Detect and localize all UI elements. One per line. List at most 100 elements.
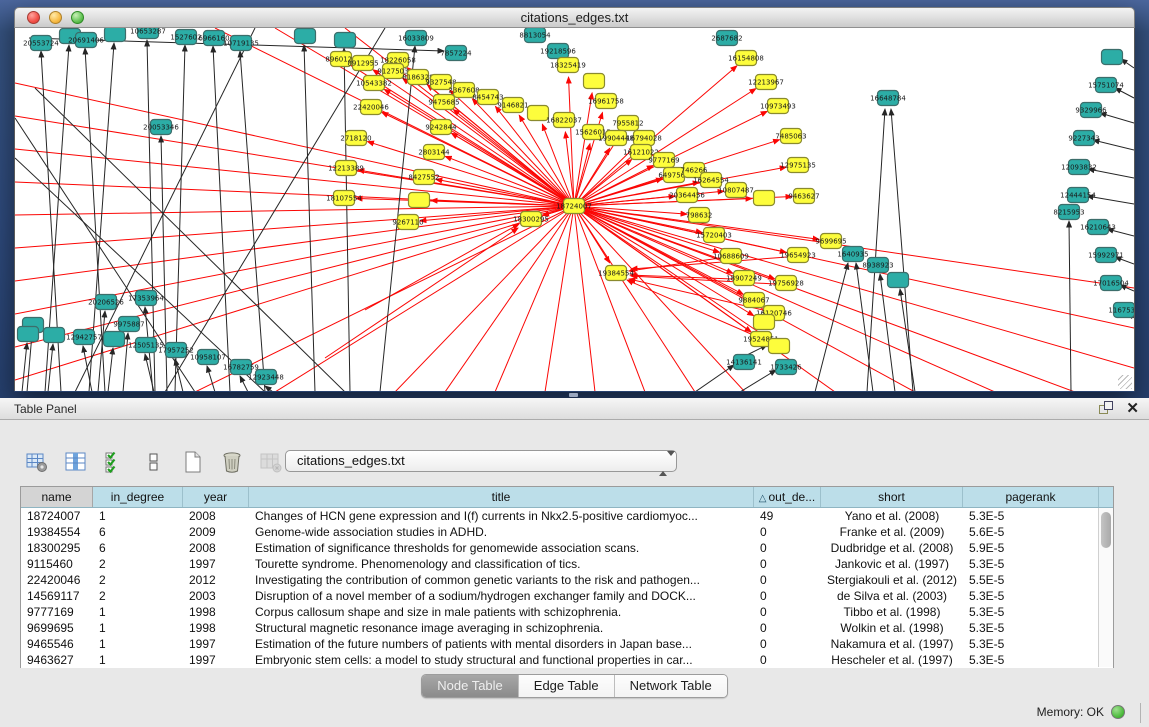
network-node[interactable]: 798632 (686, 208, 713, 223)
column-header-name[interactable]: name (21, 487, 93, 507)
network-node[interactable]: 2718120 (340, 131, 371, 146)
table-scrollbar-thumb[interactable] (1101, 512, 1111, 548)
network-node[interactable] (769, 339, 790, 354)
network-node[interactable]: 8215953 (1053, 205, 1084, 220)
column-header-in-degree[interactable]: in_degree (93, 487, 183, 507)
network-node[interactable]: 1167533 (1108, 303, 1134, 318)
network-node[interactable]: 12093832 (1061, 160, 1097, 175)
close-panel-icon[interactable]: ✕ (1126, 401, 1139, 416)
network-node[interactable] (44, 328, 65, 343)
network-node[interactable]: 9699695 (815, 234, 846, 249)
network-node[interactable]: 1640935 (837, 247, 868, 262)
network-node[interactable]: 15720403 (696, 228, 732, 243)
window-resize-grip[interactable] (1118, 375, 1132, 389)
network-node[interactable]: 8427552 (408, 170, 439, 185)
network-node[interactable]: 9884067 (738, 293, 769, 308)
network-node[interactable]: 1527602 (170, 30, 201, 45)
network-node[interactable]: 10973493 (760, 99, 796, 114)
table-row[interactable]: 969969511998Structural magnetic resonanc… (21, 620, 1113, 636)
table-row[interactable]: 1456911722003Disruption of a novel membe… (21, 588, 1113, 604)
maximize-window-icon[interactable] (71, 11, 84, 24)
table-row[interactable]: 1872400712008Changes of HCN gene express… (21, 508, 1113, 524)
network-node[interactable]: 16648784 (870, 91, 906, 106)
column-header-out-de-[interactable]: △out_de... (754, 487, 821, 507)
network-node[interactable]: 12213967 (748, 75, 784, 90)
column-header-pagerank[interactable]: pagerank (963, 487, 1099, 507)
network-node[interactable]: 20553724 (23, 36, 59, 51)
network-node[interactable]: 16794028 (626, 131, 662, 146)
network-node[interactable]: 9329966 (1075, 103, 1107, 118)
network-node[interactable] (1102, 50, 1123, 65)
table-scrollbar[interactable] (1098, 508, 1113, 667)
network-node[interactable]: 18325419 (550, 58, 586, 73)
network-node[interactable]: 19384554 (598, 266, 634, 281)
table-row[interactable]: 911546021997Tourette syndrome. Phenomeno… (21, 556, 1113, 572)
column-header-year[interactable]: year (183, 487, 249, 507)
network-node[interactable] (18, 327, 39, 342)
select-all-icon[interactable] (102, 449, 128, 475)
tab-edge-table[interactable]: Edge Table (519, 675, 615, 697)
new-column-icon[interactable] (180, 449, 206, 475)
table-row[interactable]: 1830029562008Estimation of significance … (21, 540, 1113, 556)
network-node[interactable] (335, 33, 356, 48)
network-node[interactable]: 10688609 (713, 249, 749, 264)
network-node[interactable]: 9267110 (392, 215, 423, 230)
network-node[interactable]: 7857224 (440, 46, 472, 61)
network-node[interactable]: 2803144 (418, 145, 450, 160)
network-node[interactable]: 15992971 (1088, 248, 1124, 263)
close-window-icon[interactable] (27, 11, 40, 24)
network-node[interactable]: 16033809 (398, 31, 434, 46)
network-node[interactable] (584, 74, 605, 89)
network-node[interactable]: 8813054 (519, 28, 551, 43)
network-node[interactable]: 16961758 (588, 94, 624, 109)
tab-node-table[interactable]: Node Table (422, 675, 519, 697)
network-node[interactable]: 9146821 (497, 98, 528, 113)
network-node[interactable]: 9475685 (428, 95, 459, 110)
tab-network-table[interactable]: Network Table (615, 675, 727, 697)
network-node[interactable]: 19654923 (780, 248, 816, 263)
network-node[interactable]: 7955812 (612, 116, 643, 131)
network-node[interactable]: 12975135 (780, 158, 816, 173)
network-node[interactable]: 9227343 (1068, 131, 1099, 146)
network-node[interactable] (295, 29, 316, 44)
network-node[interactable]: 9777169 (648, 153, 679, 168)
network-node[interactable]: 12213389 (328, 161, 364, 176)
network-table-selector[interactable]: citations_edges.txt (285, 450, 677, 472)
show-columns-icon[interactable] (63, 449, 89, 475)
network-node[interactable] (888, 273, 909, 288)
network-node[interactable] (754, 315, 775, 330)
network-node[interactable]: 17016504 (1093, 276, 1129, 291)
network-window-titlebar[interactable]: citations_edges.txt (14, 7, 1135, 28)
splitter-handle[interactable] (569, 393, 578, 397)
network-node[interactable]: 8912955 (347, 56, 378, 71)
network-node[interactable]: 16210643 (1080, 220, 1116, 235)
network-node[interactable] (409, 193, 430, 208)
column-header-title[interactable]: title (249, 487, 754, 507)
float-panel-icon[interactable] (1099, 401, 1114, 416)
network-node[interactable]: 18107554 (326, 191, 362, 206)
network-node[interactable]: 10807487 (718, 183, 754, 198)
network-node[interactable]: 1733426 (770, 360, 802, 375)
network-node[interactable]: 12942757 (66, 330, 102, 345)
network-node[interactable]: 9975887 (113, 317, 144, 332)
network-node[interactable]: 10653287 (130, 28, 166, 39)
table-row[interactable]: 946362711997Embryonic stem cells: a mode… (21, 652, 1113, 668)
unselect-all-icon[interactable] (141, 449, 167, 475)
network-node[interactable] (754, 191, 775, 206)
table-row[interactable]: 977716911998Corpus callosum shape and si… (21, 604, 1113, 620)
network-node[interactable]: 8938923 (862, 258, 893, 273)
network-node[interactable]: 9242844 (425, 120, 457, 135)
network-node[interactable]: 20206526 (88, 295, 124, 310)
network-node[interactable]: 19218596 (540, 44, 576, 59)
table-row[interactable]: 1938455462009Genome-wide association stu… (21, 524, 1113, 540)
network-node[interactable]: 10958107 (190, 350, 226, 365)
column-header-short[interactable]: short (821, 487, 963, 507)
network-view-window[interactable]: citations_edges.txt 20553724206914061065… (14, 7, 1135, 392)
memory-status-indicator[interactable] (1111, 705, 1125, 719)
minimize-window-icon[interactable] (49, 11, 62, 24)
network-node[interactable]: 2687682 (711, 31, 742, 46)
network-node[interactable]: 12923448 (248, 370, 284, 385)
network-node[interactable] (104, 332, 125, 347)
table-row[interactable]: 2242004622012Investigating the contribut… (21, 572, 1113, 588)
network-node[interactable]: 19756928 (768, 276, 804, 291)
